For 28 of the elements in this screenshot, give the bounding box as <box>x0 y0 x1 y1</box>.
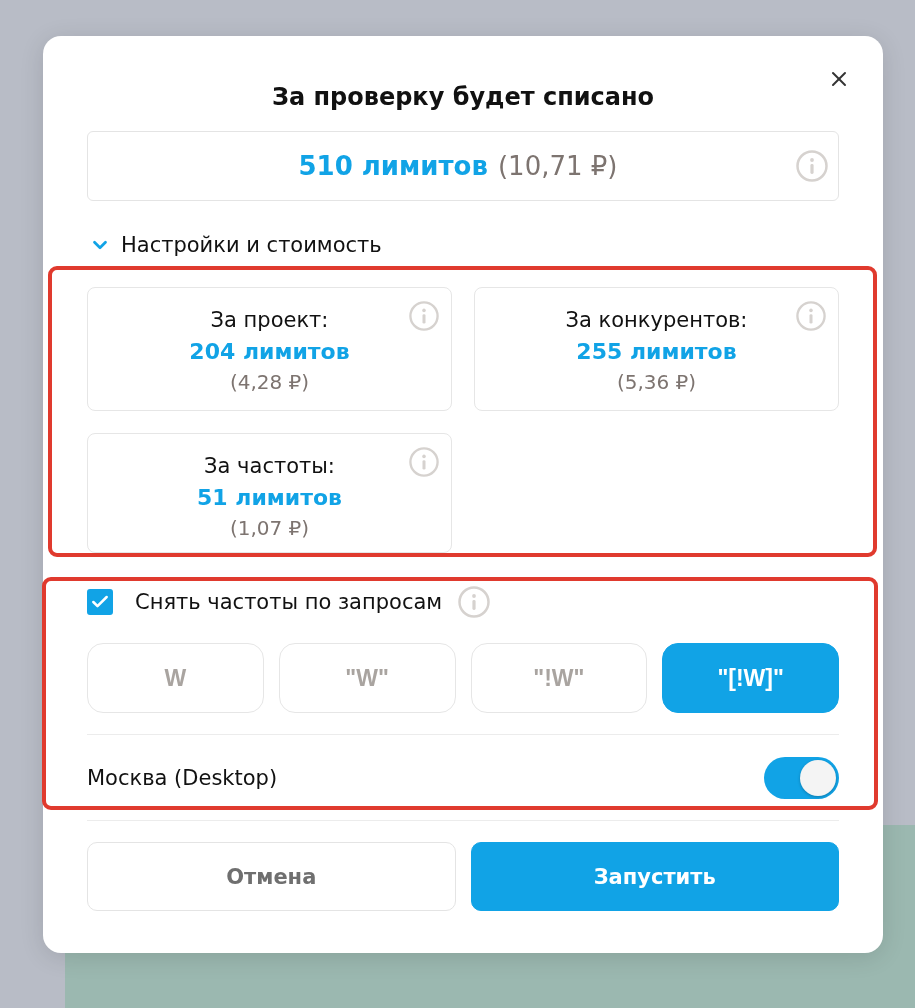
card-limits: 255 лимитов <box>576 338 737 366</box>
card-title: За частоты: <box>204 453 335 480</box>
match-type-button[interactable]: "[!W]" <box>662 643 839 713</box>
checkbox[interactable] <box>87 589 113 615</box>
info-icon[interactable] <box>458 586 491 618</box>
card-price: (5,36 ₽) <box>616 369 697 396</box>
card-limits: 204 лимитов <box>189 338 350 366</box>
info-icon[interactable] <box>409 447 439 477</box>
match-type-button[interactable]: W <box>87 643 264 713</box>
toggle-switch[interactable] <box>764 757 839 799</box>
match-type-button[interactable]: "!W" <box>470 643 648 713</box>
match-type-button[interactable]: "W" <box>278 643 456 713</box>
total-price: (10,71 ₽) <box>497 151 618 181</box>
start-button[interactable]: Запустить <box>470 842 839 911</box>
info-icon[interactable] <box>409 301 439 331</box>
cancel-button[interactable]: Отмена <box>87 842 456 911</box>
dialog-title: За проверку будет списано <box>271 82 655 113</box>
total-limits: 510 лимитов <box>298 151 488 181</box>
info-icon[interactable] <box>796 301 826 331</box>
card-limits: 51 лимитов <box>197 484 342 512</box>
card-price: (4,28 ₽) <box>229 369 310 396</box>
region-label: Москва (Desktop) <box>87 766 278 790</box>
card-price: (1,07 ₽) <box>229 515 310 542</box>
card-title: За конкурентов: <box>565 307 748 334</box>
settings-toggle[interactable]: Настройки и стоимость <box>87 231 386 259</box>
info-icon[interactable] <box>796 150 828 182</box>
checkbox-label: Снять частоты по запросам <box>135 590 443 614</box>
card-title: За проект: <box>210 307 329 334</box>
